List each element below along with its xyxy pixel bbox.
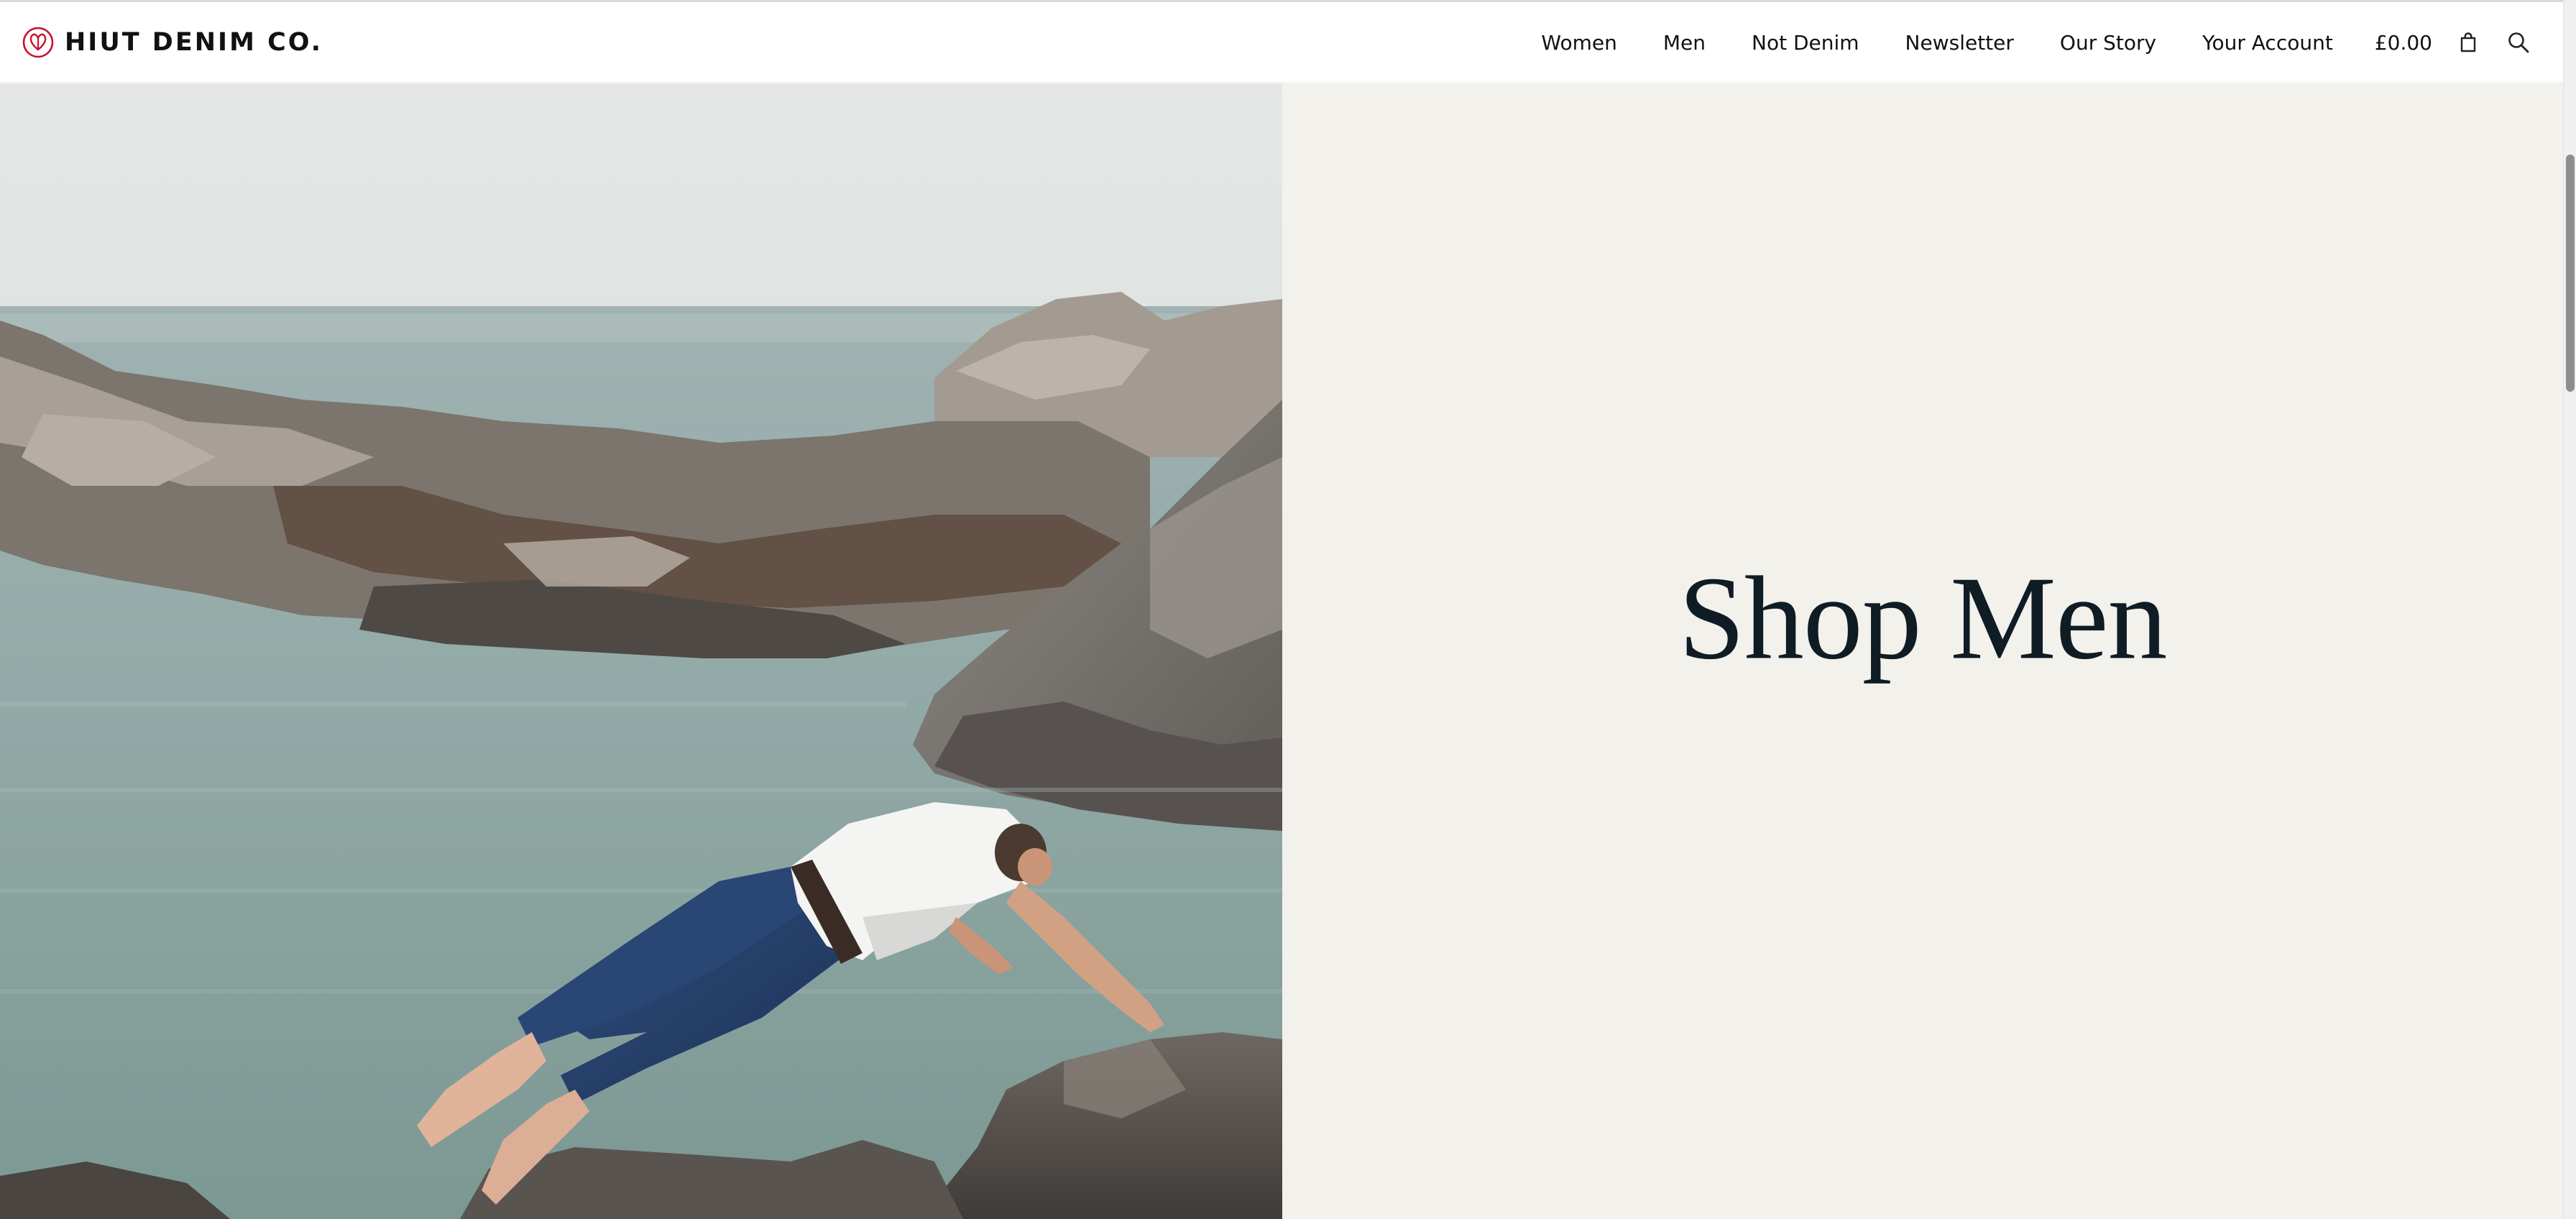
hero-image	[0, 83, 1282, 1219]
hero-title[interactable]: Shop Men	[1282, 550, 2563, 687]
page: HIUT DENIM CO. Women Men Not Denim Newsl…	[0, 0, 2576, 1219]
search-icon[interactable]	[2504, 28, 2533, 57]
nav-item-men[interactable]: Men	[1663, 31, 1706, 55]
nav-item-women[interactable]: Women	[1541, 31, 1616, 55]
nav-item-your-account[interactable]: Your Account	[2202, 31, 2333, 55]
nav-item-not-denim[interactable]: Not Denim	[1752, 31, 1859, 55]
nav-item-our-story[interactable]: Our Story	[2060, 31, 2156, 55]
home-logo-link[interactable]: HIUT DENIM CO.	[22, 24, 323, 61]
site-header: HIUT DENIM CO. Women Men Not Denim Newsl…	[0, 2, 2563, 83]
hero-panel[interactable]: Shop Men	[1282, 83, 2563, 1219]
leaf-heart-logo-icon	[22, 26, 55, 59]
main-nav: Women Men Not Denim Newsletter Our Story…	[1541, 2, 2533, 83]
page-scrollbar[interactable]	[2563, 0, 2576, 1219]
nav-item-newsletter[interactable]: Newsletter	[1905, 31, 2014, 55]
brand-name: HIUT DENIM CO.	[65, 28, 323, 57]
shopping-bag-icon[interactable]	[2454, 28, 2483, 57]
scrollbar-thumb[interactable]	[2566, 155, 2575, 392]
cart-total[interactable]: £0.00	[2375, 31, 2432, 55]
